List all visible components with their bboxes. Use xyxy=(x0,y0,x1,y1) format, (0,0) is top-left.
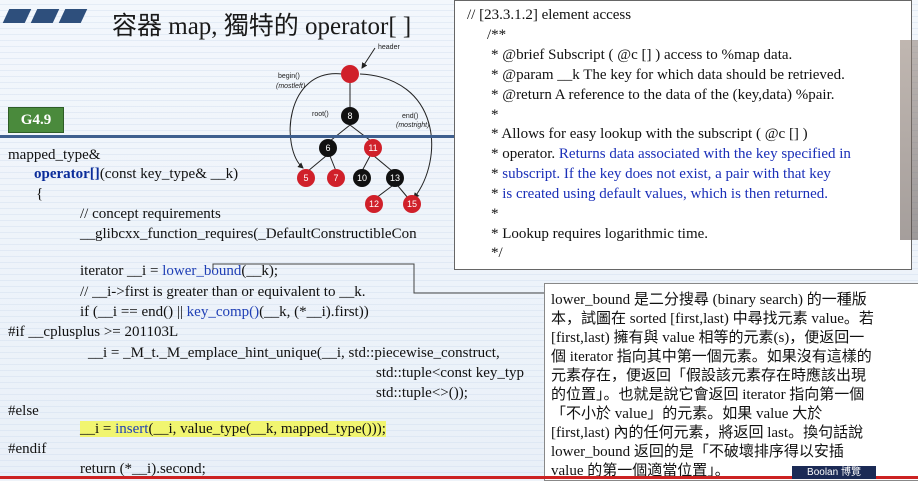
code-line: mapped_type& xyxy=(8,147,101,163)
doc-line: * Lookup requires logarithmic time. xyxy=(491,226,709,242)
doc-text: * xyxy=(491,186,503,202)
doc-line: /** xyxy=(487,27,507,43)
doc-comment-box: // [23.3.1.2] element access /** * @brie… xyxy=(454,0,912,270)
end-label: end() xyxy=(402,113,418,120)
code-line: { xyxy=(36,186,44,202)
note-line: [first,last) 內的任何元素，將返回 last。換句話說 xyxy=(551,425,864,441)
doc-line: * Allows for easy lookup with the subscr… xyxy=(491,126,808,142)
doc-line: * @return A reference to the data of the… xyxy=(491,87,835,103)
lower-bound-call: lower_bound xyxy=(162,263,242,279)
code-line: // concept requirements xyxy=(80,206,221,222)
doc-highlight-text: subscript. If the key does not exist, a … xyxy=(502,166,831,182)
title-decoration xyxy=(58,9,88,23)
code-text: (const key_type& __k) xyxy=(99,166,239,182)
note-line: lower_bound 返回的是「不破壞排序得以安插 xyxy=(551,444,844,460)
note-line: 本，試圖在 sorted [first,last) 中尋找元素 value。若 xyxy=(551,311,874,327)
code-line: __glibcxx_function_requires(_DefaultCons… xyxy=(80,226,417,242)
code-line: // __i->first is greater than or equival… xyxy=(80,284,366,300)
doc-line: // [23.3.1.2] element access xyxy=(467,7,632,23)
code-line: iterator __i = lower_bound(__k); xyxy=(80,263,278,280)
note-line: 個 iterator 指向其中第一個元素。如果沒有這樣的 xyxy=(551,349,872,365)
tree-node-label: 8 xyxy=(347,111,352,121)
code-line: operator[](const key_type& __k) xyxy=(34,166,238,183)
doc-highlight-text: is created using default values, which i… xyxy=(502,186,828,202)
note-line: [first,last) 擁有與 value 相等的元素(s)，便返回一 xyxy=(551,330,865,346)
header-node xyxy=(341,65,359,83)
code-text: iterator __i = xyxy=(80,263,163,279)
doc-line: * @brief Subscript ( @c [] ) access to %… xyxy=(491,47,793,63)
code-text: (__k, (*__i).first)) xyxy=(259,304,369,320)
code-text: (__k); xyxy=(241,263,279,279)
doc-line: * @param __k The key for which data shou… xyxy=(491,67,845,83)
highlighted-insert-line: __i = insert(__i, value_type(__k, mapped… xyxy=(80,421,386,437)
code-line: #else xyxy=(8,403,39,419)
note-line: 的位置」。也就是說它會返回 iterator 指向第一個 xyxy=(551,387,865,403)
key-comp-call: key_comp() xyxy=(186,304,260,320)
insert-call: insert xyxy=(115,421,149,437)
note-line: lower_bound 是二分搜尋 (binary search) 的一種版 xyxy=(551,292,867,308)
presenter-thumbnail xyxy=(900,40,918,240)
begin-label: begin() xyxy=(278,73,300,80)
end-sub-label: (mostright) xyxy=(396,122,429,129)
title-decoration xyxy=(30,9,60,23)
code-text: if (__i == end() || xyxy=(80,304,187,320)
note-line: 「不小於 value」的元素。如果 value 大於 xyxy=(551,406,823,422)
doc-line: * subscript. If the key does not exist, … xyxy=(491,166,831,183)
channel-badge: Boolan 博覽 xyxy=(792,466,876,479)
doc-line: */ xyxy=(491,245,503,261)
root-label: root() xyxy=(312,111,329,118)
divider xyxy=(0,135,460,138)
operator-keyword: operator[] xyxy=(34,166,100,182)
code-line: #if __cplusplus >= 201103L xyxy=(8,324,179,340)
code-line: __i = _M_t._M_emplace_hint_unique(__i, s… xyxy=(88,345,500,361)
code-line: std::tuple<const key_typ xyxy=(376,365,525,381)
slide-title: 容器 map, 獨特的 operator[ ] xyxy=(112,13,412,40)
code-line: __i = insert(__i, value_type(__k, mapped… xyxy=(80,421,386,438)
code-line: #endif xyxy=(8,441,47,457)
code-text: (__i, value_type(__k, mapped_type())); xyxy=(148,421,386,437)
doc-line: * is created using default values, which… xyxy=(491,186,828,203)
code-text: __i = xyxy=(80,421,116,437)
code-line: if (__i == end() || key_comp()(__k, (*__… xyxy=(80,304,369,321)
header-label: header xyxy=(378,44,400,51)
doc-line: * xyxy=(491,107,499,123)
doc-line: * xyxy=(491,206,499,222)
lower-bound-note: lower_bound 是二分搜尋 (binary search) 的一種版 本… xyxy=(544,283,918,481)
doc-text: * xyxy=(491,166,503,182)
begin-sub-label: (mostleft) xyxy=(276,83,305,90)
doc-text: * operator. xyxy=(491,146,559,162)
doc-line: * operator. Returns data associated with… xyxy=(491,146,851,163)
doc-highlight-text: Returns data associated with the key spe… xyxy=(558,146,851,162)
code-line: std::tuple<>()); xyxy=(376,385,468,401)
version-tag: G4.9 xyxy=(8,107,64,133)
title-decoration xyxy=(2,9,32,23)
note-line: 元素存在，便返回「假設該元素存在時應該出現 xyxy=(551,368,867,384)
